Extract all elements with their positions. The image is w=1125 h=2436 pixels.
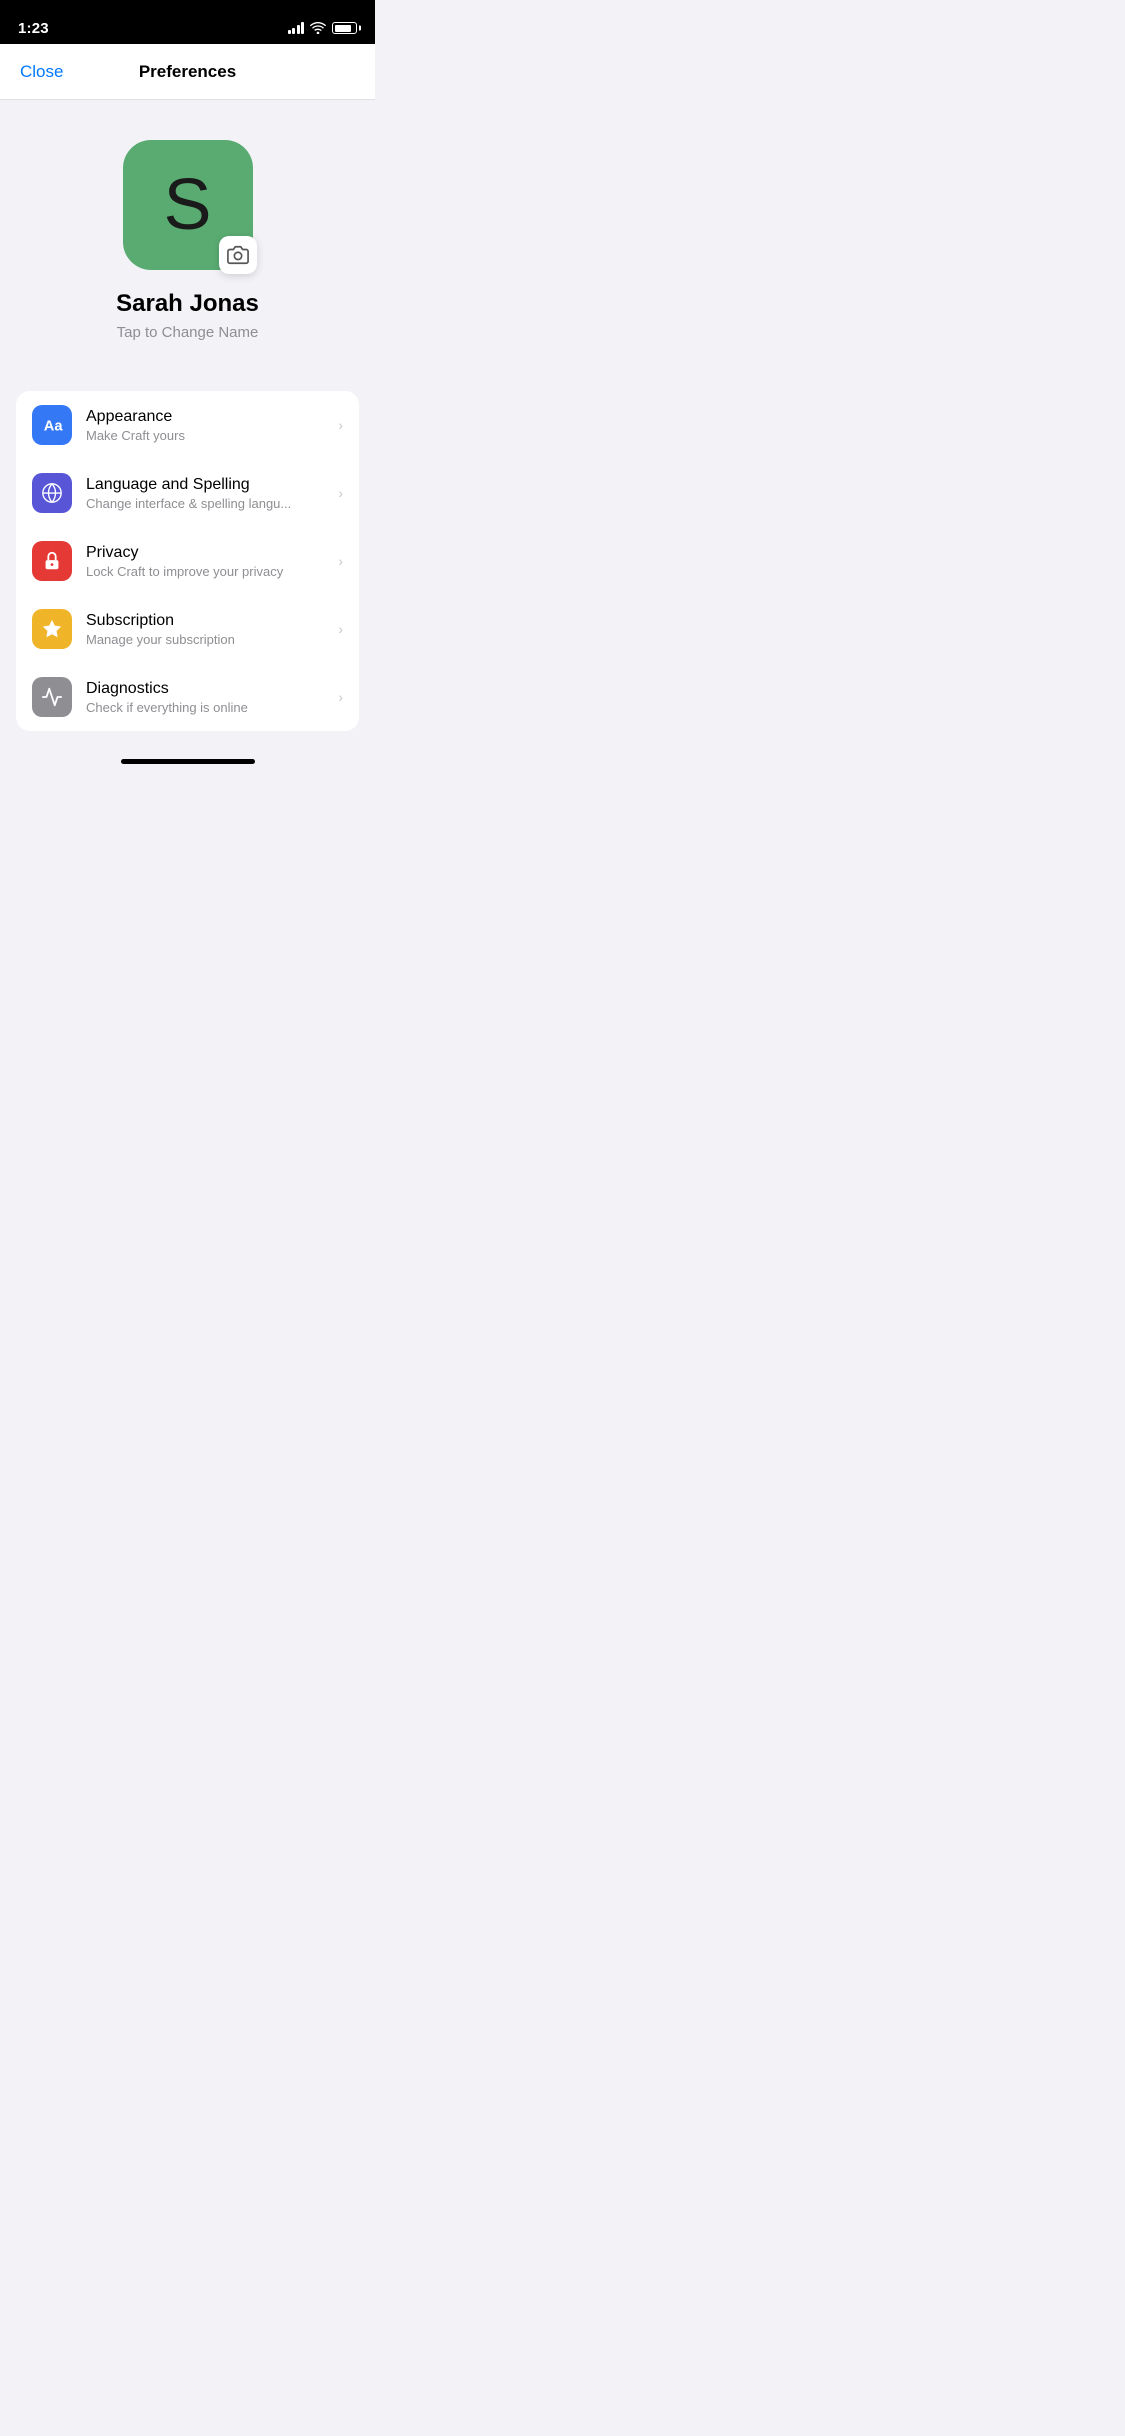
status-bar: 1:23 <box>0 0 375 44</box>
status-icons <box>288 22 358 34</box>
appearance-icon: Aa <box>32 405 72 445</box>
language-desc: Change interface & spelling langu... <box>86 496 330 511</box>
close-button[interactable]: Close <box>20 62 63 82</box>
language-icon <box>32 473 72 513</box>
avatar-wrapper[interactable]: S <box>123 140 253 270</box>
profile-section: S Sarah Jonas Tap to Change Name <box>0 100 375 371</box>
status-time: 1:23 <box>18 20 49 37</box>
wifi-icon <box>310 22 326 34</box>
diagnostics-text: Diagnostics Check if everything is onlin… <box>86 680 330 715</box>
settings-item-diagnostics[interactable]: Diagnostics Check if everything is onlin… <box>16 663 359 731</box>
settings-item-appearance[interactable]: Aa Appearance Make Craft yours › <box>16 391 359 459</box>
settings-item-subscription[interactable]: Subscription Manage your subscription › <box>16 595 359 663</box>
diagnostics-chevron: › <box>338 689 343 705</box>
appearance-desc: Make Craft yours <box>86 428 330 443</box>
diagnostics-title: Diagnostics <box>86 680 330 698</box>
settings-list: Aa Appearance Make Craft yours › Languag… <box>16 391 359 731</box>
nav-bar: Close Preferences <box>0 44 375 100</box>
privacy-chevron: › <box>338 553 343 569</box>
signal-icon <box>288 22 305 34</box>
language-title: Language and Spelling <box>86 476 330 494</box>
appearance-title: Appearance <box>86 408 330 426</box>
subscription-icon <box>32 609 72 649</box>
settings-item-privacy[interactable]: Privacy Lock Craft to improve your priva… <box>16 527 359 595</box>
language-text: Language and Spelling Change interface &… <box>86 476 330 511</box>
settings-item-language[interactable]: Language and Spelling Change interface &… <box>16 459 359 527</box>
camera-icon <box>227 244 249 266</box>
profile-subtitle[interactable]: Tap to Change Name <box>117 324 259 341</box>
privacy-title: Privacy <box>86 544 330 562</box>
appearance-chevron: › <box>338 417 343 433</box>
privacy-desc: Lock Craft to improve your privacy <box>86 564 330 579</box>
diagnostics-desc: Check if everything is online <box>86 700 330 715</box>
profile-name[interactable]: Sarah Jonas <box>116 290 259 318</box>
home-indicator <box>0 751 375 770</box>
language-chevron: › <box>338 485 343 501</box>
battery-icon <box>332 22 357 34</box>
appearance-text: Appearance Make Craft yours <box>86 408 330 443</box>
subscription-chevron: › <box>338 621 343 637</box>
subscription-desc: Manage your subscription <box>86 632 330 647</box>
camera-badge[interactable] <box>219 236 257 274</box>
page-title: Preferences <box>139 62 236 82</box>
privacy-icon <box>32 541 72 581</box>
subscription-text: Subscription Manage your subscription <box>86 612 330 647</box>
svg-text:Aa: Aa <box>44 419 63 435</box>
subscription-title: Subscription <box>86 612 330 630</box>
privacy-text: Privacy Lock Craft to improve your priva… <box>86 544 330 579</box>
diagnostics-icon <box>32 677 72 717</box>
home-bar <box>121 759 255 764</box>
